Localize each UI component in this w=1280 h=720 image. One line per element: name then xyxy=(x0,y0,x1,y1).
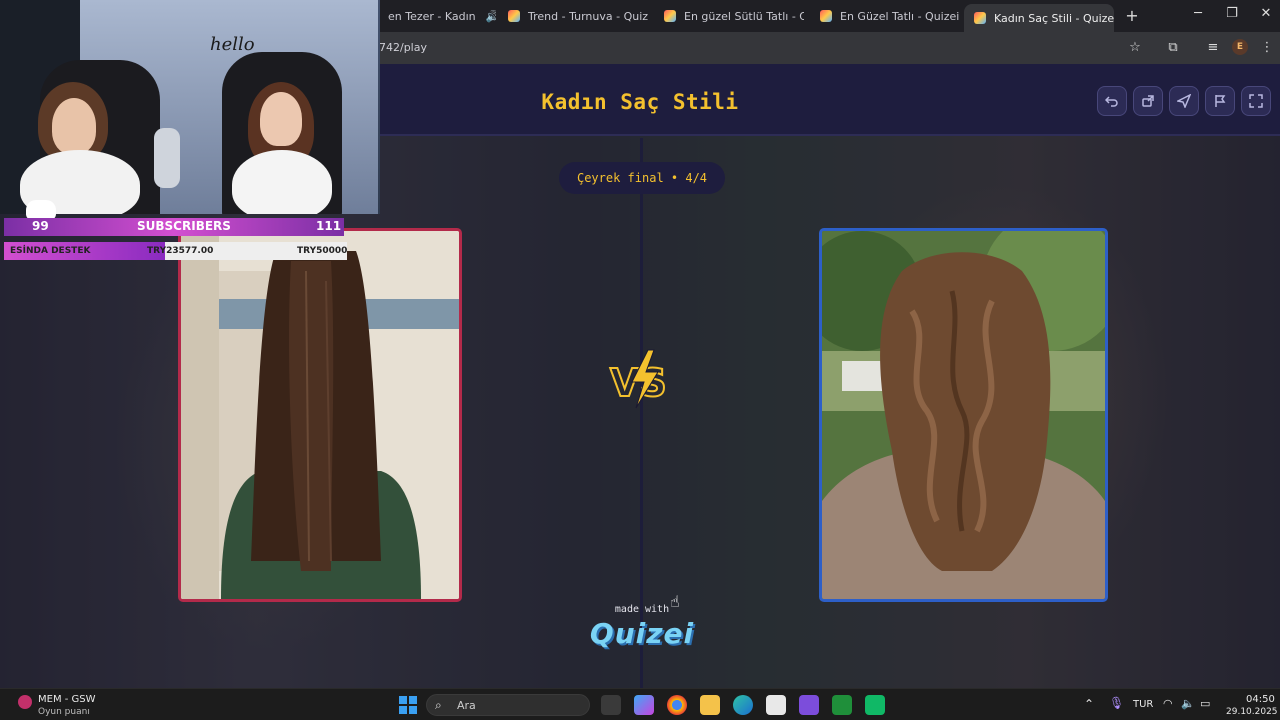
streamer-right-shirt xyxy=(232,150,332,214)
tab-2-label: Trend - Turnuva - Quizei xyxy=(528,9,648,23)
webcam-overlay: hello xyxy=(0,0,380,214)
extensions-icon[interactable]: ⧉ xyxy=(1165,40,1181,56)
chrome-icon[interactable] xyxy=(667,695,687,715)
clock-date[interactable]: 29.10.2025 xyxy=(1226,707,1278,717)
wifi-icon[interactable]: ◠ xyxy=(1163,697,1173,710)
left-choice-card[interactable] xyxy=(178,228,462,602)
tab-3-label: En güzel Sütlü Tatlı - Qui xyxy=(684,9,804,23)
tab-3[interactable]: En güzel Sütlü Tatlı - Qui ✕ xyxy=(654,4,804,28)
store-icon[interactable] xyxy=(766,695,786,715)
search-icon: ⌕ xyxy=(435,698,442,712)
file-explorer-icon[interactable] xyxy=(700,695,720,715)
speaker-icon[interactable]: 🔊 xyxy=(486,10,496,23)
taskbar-app-subtitle: Oyun puanı xyxy=(38,707,90,717)
messaging-app-icon[interactable] xyxy=(865,695,885,715)
donation-label: ESİNDA DESTEK xyxy=(10,246,91,256)
xbox-icon[interactable] xyxy=(832,695,852,715)
tab-1-label: en Tezer - Kadın xyxy=(388,9,476,23)
new-tab-icon[interactable]: + xyxy=(1122,6,1142,25)
url-text[interactable]: 742/play xyxy=(379,41,427,54)
donation-current: TRY23577.00 xyxy=(147,246,214,256)
obs-icon[interactable] xyxy=(799,695,819,715)
straight-hair-photo xyxy=(181,231,459,599)
windows-taskbar: MEM - GSW Oyun puanı ⌕ Ara ⌃ 🎙 TUR ◠ 🔈 ▭… xyxy=(0,688,1280,720)
streamer-right-face xyxy=(260,92,302,146)
vs-lightning-icon: VS xyxy=(609,349,668,409)
close-icon[interactable]: ✕ xyxy=(959,9,960,23)
search-placeholder: Ara xyxy=(457,699,476,712)
vs-label: VS xyxy=(610,361,667,405)
share-button[interactable] xyxy=(1133,86,1163,116)
tray-chevron-icon[interactable]: ⌃ xyxy=(1084,697,1094,711)
fullscreen-icon xyxy=(1249,94,1263,108)
windows-start-icon[interactable] xyxy=(398,695,418,715)
flag-icon xyxy=(1215,95,1226,107)
task-view-icon[interactable] xyxy=(601,695,621,715)
round-badge: Çeyrek final • 4/4 xyxy=(559,162,725,194)
microphone-icon[interactable]: 🎙 xyxy=(1109,696,1124,710)
minimize-icon[interactable]: ─ xyxy=(1188,6,1208,21)
media-control-icon[interactable]: ≡ xyxy=(1205,40,1221,56)
game-app-icon[interactable] xyxy=(18,695,32,709)
subscriber-bar: 99 SUBSCRIBERS 111 xyxy=(4,218,344,236)
tab-4[interactable]: En Güzel Tatlı - Quizei ✕ xyxy=(810,4,960,28)
quizei-logo: Quizei xyxy=(589,617,695,650)
profile-avatar[interactable]: E xyxy=(1232,39,1248,55)
made-with-text: made with xyxy=(614,604,670,615)
quizei-favicon-icon xyxy=(820,10,832,22)
edge-icon[interactable] xyxy=(733,695,753,715)
subscribers-left-count: 99 xyxy=(32,219,49,233)
tab-5-label: Kadın Saç Stili - Quizei xyxy=(994,11,1114,25)
bookmark-star-icon[interactable]: ☆ xyxy=(1127,40,1143,56)
send-icon xyxy=(1177,94,1191,108)
made-with-quizei[interactable]: made with Quizei xyxy=(560,604,724,650)
taskbar-search[interactable]: ⌕ Ara xyxy=(426,694,590,716)
taskbar-app-name: MEM - GSW xyxy=(38,694,96,705)
subscribers-right-count: 111 xyxy=(316,219,342,233)
language-indicator[interactable]: TUR xyxy=(1133,699,1153,710)
wavy-hair-photo xyxy=(822,231,1105,599)
undo-icon xyxy=(1105,96,1118,107)
right-choice-card[interactable] xyxy=(819,228,1108,602)
microphone xyxy=(154,128,180,188)
tab-4-label: En Güzel Tatlı - Quizei xyxy=(840,9,960,23)
streamer-left-face xyxy=(52,98,96,154)
donation-goal-bar: ESİNDA DESTEK TRY23577.00 TRY50000 xyxy=(4,242,347,260)
undo-button[interactable] xyxy=(1097,86,1127,116)
tab-1[interactable]: en Tezer - Kadın 🔊 ✕ xyxy=(378,4,496,28)
battery-icon[interactable]: ▭ xyxy=(1200,697,1210,710)
more-menu-icon[interactable]: ⋮ xyxy=(1259,40,1275,56)
donation-goal: TRY50000 xyxy=(297,246,347,256)
tab-5-active[interactable]: Kadın Saç Stili - Quizei ✕ xyxy=(964,4,1114,32)
tab-2[interactable]: Trend - Turnuva - Quizei ✕ xyxy=(498,4,648,28)
restore-icon[interactable]: ❐ xyxy=(1222,6,1242,21)
quizei-favicon-icon xyxy=(508,10,520,22)
window-close-icon[interactable]: ✕ xyxy=(1256,6,1276,21)
send-button[interactable] xyxy=(1169,86,1199,116)
hello-wall-decal: hello xyxy=(210,34,255,55)
fullscreen-button[interactable] xyxy=(1241,86,1271,116)
report-button[interactable] xyxy=(1205,86,1235,116)
hand-cursor-icon: ☝ xyxy=(670,592,680,611)
share-icon xyxy=(1142,95,1154,107)
quizei-favicon-icon xyxy=(664,10,676,22)
quizei-favicon-icon xyxy=(974,12,986,24)
subscribers-label: SUBSCRIBERS xyxy=(137,219,231,233)
cat-mascot-icon xyxy=(26,200,56,220)
clock-time[interactable]: 04:50 xyxy=(1246,694,1275,705)
volume-icon[interactable]: 🔈 xyxy=(1181,697,1195,710)
copilot-icon[interactable] xyxy=(634,695,654,715)
